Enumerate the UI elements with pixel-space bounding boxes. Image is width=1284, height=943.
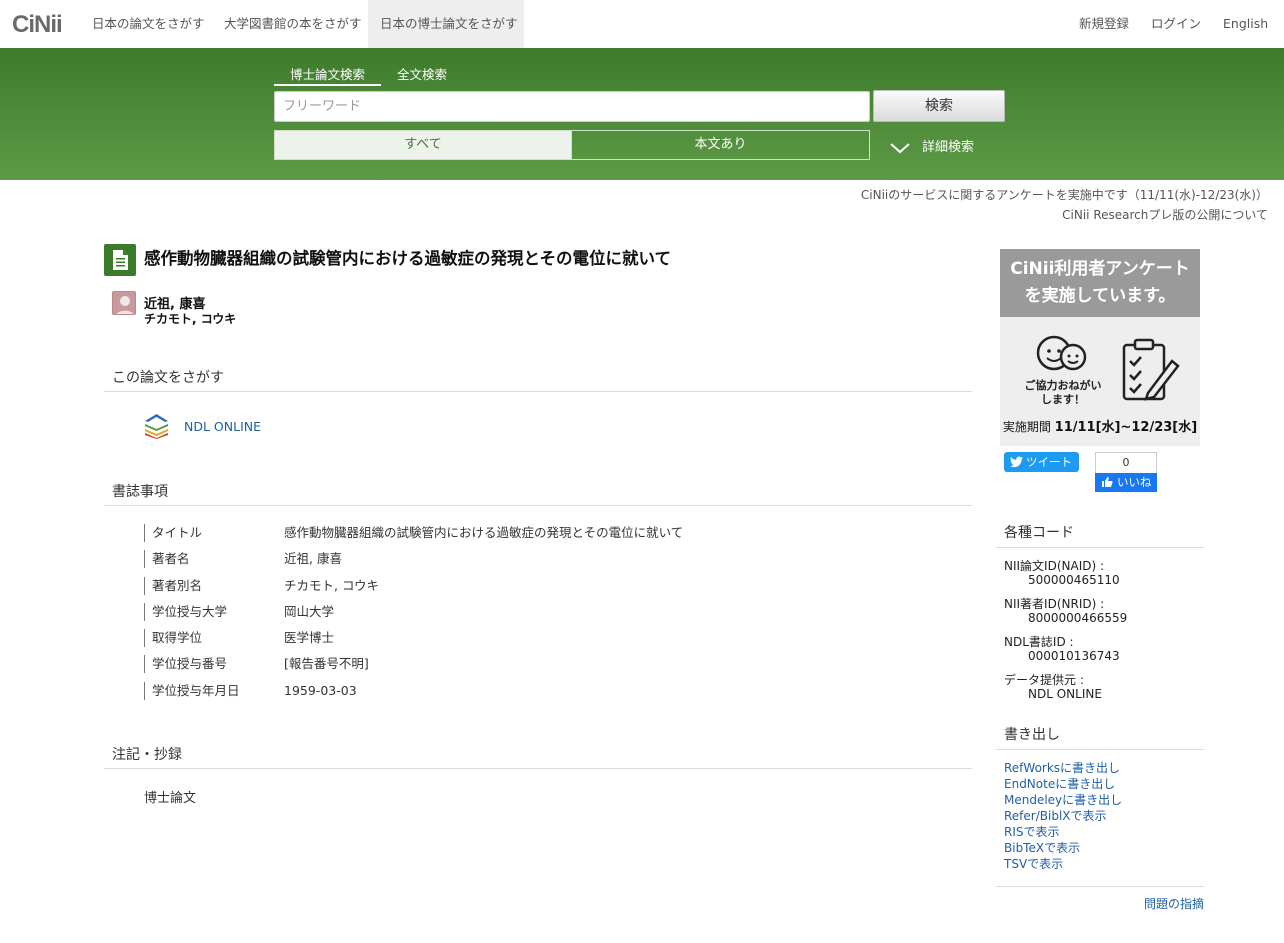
advanced-search-label: 詳細検索 xyxy=(922,140,975,155)
bib-value: 近祖, 康喜 xyxy=(284,551,342,567)
like-label: いいね xyxy=(1117,475,1152,489)
bib-row: 学位授与年月日 1959-03-03 xyxy=(144,678,964,704)
tab-dissertation-search[interactable]: 博士論文検索 xyxy=(274,64,382,86)
tweet-label: ツイート xyxy=(1026,455,1072,469)
chevron-down-icon xyxy=(890,142,910,153)
bib-key: 学位授与番号 xyxy=(144,655,227,674)
nav-tab-articles[interactable]: 日本の論文をさがす xyxy=(80,0,217,48)
codes-heading: 各種コード xyxy=(996,522,1204,548)
register-link[interactable]: 新規登録 xyxy=(1079,0,1129,48)
bib-key: タイトル xyxy=(144,524,202,542)
login-link[interactable]: ログイン xyxy=(1151,0,1201,48)
filter-all-button[interactable]: すべて xyxy=(274,130,572,160)
bib-value: 感作動物臓器組織の試験管内における過敏症の発現とその電位に就いて xyxy=(284,525,684,540)
export-refworks-link[interactable]: RefWorksに書き出し xyxy=(1004,759,1120,776)
naid-value: 500000465110 xyxy=(1028,573,1120,587)
bib-value: チカモト, コウキ xyxy=(284,577,379,593)
nrid-value: 8000000466559 xyxy=(1028,611,1128,625)
bib-section-heading: 書誌事項 xyxy=(104,481,972,506)
find-section-heading: この論文をさがす xyxy=(104,367,972,392)
bib-value: 1959-03-03 xyxy=(284,682,357,698)
bib-row: 取得学位 医学博士 xyxy=(144,625,964,651)
naid-label: NII論文ID(NAID) : xyxy=(1004,559,1105,573)
like-count: 0 xyxy=(1095,452,1157,473)
report-problem-link[interactable]: 問題の指摘 xyxy=(1144,895,1204,912)
clipboard-pen-icon xyxy=(1122,338,1180,401)
sidebar-divider xyxy=(996,886,1204,887)
provider-value: NDL ONLINE xyxy=(1028,687,1102,701)
banner-date: 実施期間 11/11[水]~12/23[水] xyxy=(1000,416,1200,435)
export-mendeley-link[interactable]: Mendeleyに書き出し xyxy=(1004,791,1122,808)
bib-key: 学位授与年月日 xyxy=(144,681,240,700)
export-refer-link[interactable]: Refer/BiblXで表示 xyxy=(1004,807,1107,824)
banner-date-value: 11/11[水]~12/23[水] xyxy=(1054,420,1198,435)
cinii-logo[interactable]: CiNii xyxy=(12,11,63,39)
filter-fulltext-button[interactable]: 本文あり xyxy=(571,130,870,160)
export-tsv-link[interactable]: TSVで表示 xyxy=(1004,855,1063,872)
twitter-bird-icon xyxy=(1010,456,1023,468)
document-icon xyxy=(104,244,136,276)
search-button[interactable]: 検索 xyxy=(873,90,1005,122)
bib-value: [報告番号不明] xyxy=(284,656,369,672)
english-link[interactable]: English xyxy=(1223,0,1268,48)
search-input[interactable] xyxy=(274,91,870,122)
bib-row: 学位授与番号 [報告番号不明] xyxy=(144,651,964,677)
ndl-id-value: 000010136743 xyxy=(1028,649,1120,663)
survey-banner[interactable]: CiNii利用者アンケート を実施しています。 ご協力おねがい します！ 実施期… xyxy=(1000,249,1200,446)
provider-label: データ提供元 : xyxy=(1004,673,1084,687)
tweet-button[interactable]: ツイート xyxy=(1004,452,1079,472)
bib-row: タイトル 感作動物臓器組織の試験管内における過敏症の発現とその電位に就いて xyxy=(144,520,964,546)
ndl-online-icon xyxy=(144,413,169,439)
export-ris-link[interactable]: RISで表示 xyxy=(1004,823,1060,840)
bib-table: タイトル 感作動物臓器組織の試験管内における過敏症の発現とその電位に就いて 著者名… xyxy=(144,520,964,704)
banner-line1: CiNii利用者アンケート xyxy=(1010,259,1190,279)
bib-key: 取得学位 xyxy=(144,629,202,648)
nav-tab-dissertations[interactable]: 日本の博士論文をさがす xyxy=(368,0,524,48)
thumbs-up-icon xyxy=(1102,477,1113,487)
ndl-id-label: NDL書誌ID : xyxy=(1004,635,1074,649)
export-bibtex-link[interactable]: BibTeXで表示 xyxy=(1004,839,1080,856)
bib-value: 岡山大学 xyxy=(284,603,335,619)
bib-value: 医学博士 xyxy=(284,630,335,646)
tab-fulltext-search[interactable]: 全文検索 xyxy=(397,64,447,86)
author-avatar-icon xyxy=(112,291,136,315)
top-navigation: CiNii 日本の論文をさがす 大学図書館の本をさがす 日本の博士論文をさがす … xyxy=(0,0,1284,48)
bib-key: 著者別名 xyxy=(144,576,202,595)
chat-bubbles-icon xyxy=(1036,335,1087,371)
bib-key: 学位授与大学 xyxy=(144,602,227,621)
bib-row: 著者別名 チカモト, コウキ xyxy=(144,573,964,599)
article-title: 感作動物臓器組織の試験管内における過敏症の発現とその電位に就いて xyxy=(144,249,672,268)
notes-text: 博士論文 xyxy=(144,791,197,806)
nrid-label: NII著者ID(NRID) : xyxy=(1004,597,1105,611)
bib-row: 著者名 近祖, 康喜 xyxy=(144,546,964,572)
advanced-search-toggle[interactable]: 詳細検索 xyxy=(890,136,974,155)
nav-tab-books[interactable]: 大学図書館の本をさがす xyxy=(212,0,374,48)
export-heading: 書き出し xyxy=(996,724,1204,750)
banner-heading: CiNii利用者アンケート を実施しています。 xyxy=(1000,249,1200,317)
notes-section-heading: 注記・抄録 xyxy=(104,744,972,769)
banner-line2: を実施しています。 xyxy=(1024,286,1176,306)
banner-date-label: 実施期間 xyxy=(1002,420,1051,434)
ndl-online-link[interactable]: NDL ONLINE xyxy=(184,419,261,434)
research-notice-link[interactable]: CiNii Researchプレ版の公開について xyxy=(1062,206,1268,223)
like-button[interactable]: いいね xyxy=(1095,473,1157,492)
survey-notice-link[interactable]: CiNiiのサービスに関するアンケートを実施中です（11/11(水)-12/23… xyxy=(861,186,1268,203)
bib-row: 学位授与大学 岡山大学 xyxy=(144,599,964,625)
banner-caption: ご協力おねがい します！ xyxy=(1024,379,1102,406)
bib-key: 著者名 xyxy=(144,550,190,569)
author-kana: チカモト, コウキ xyxy=(144,312,237,326)
export-endnote-link[interactable]: EndNoteに書き出し xyxy=(1004,775,1115,792)
